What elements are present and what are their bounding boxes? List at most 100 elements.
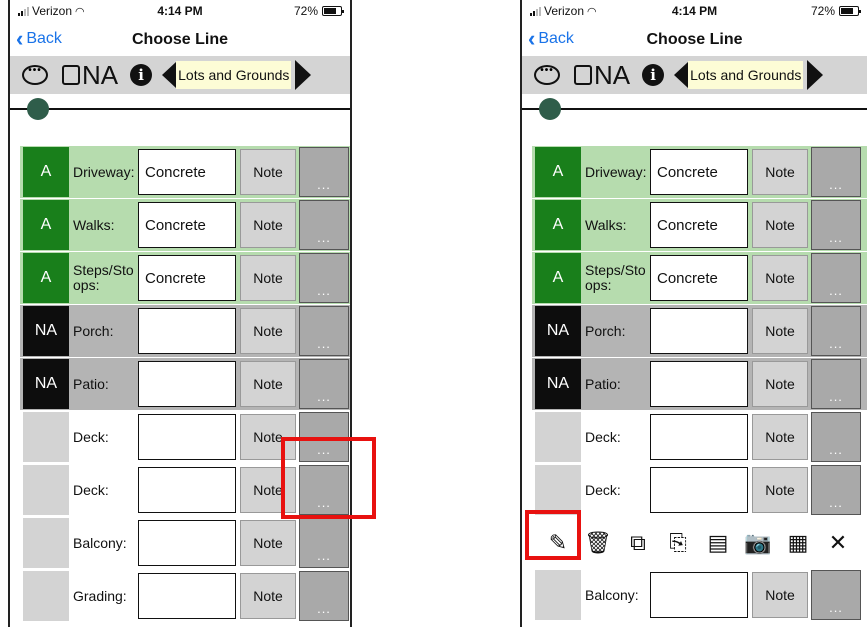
rating-button[interactable]: A — [535, 253, 581, 303]
line-value-field[interactable]: Concrete — [138, 149, 236, 195]
line-value-field[interactable] — [650, 308, 748, 354]
info-icon[interactable]: i — [642, 64, 665, 86]
more-options-button[interactable]: ... — [299, 200, 349, 250]
line-value-field[interactable]: Concrete — [138, 255, 236, 301]
more-options-button[interactable]: ... — [299, 359, 349, 409]
line-value-field[interactable]: Concrete — [650, 149, 748, 195]
rating-button[interactable]: NA — [23, 306, 69, 356]
line-value-field[interactable]: Concrete — [138, 202, 236, 248]
battery-icon — [839, 6, 861, 16]
more-options-button[interactable]: ... — [811, 253, 861, 303]
more-label: ... — [829, 177, 843, 192]
next-section-icon[interactable] — [807, 60, 824, 90]
line-label: Deck: — [73, 428, 109, 445]
rating-button[interactable] — [535, 465, 581, 515]
more-options-button[interactable]: ... — [811, 570, 861, 620]
more-options-button[interactable]: ... — [299, 306, 349, 356]
rating-button[interactable] — [23, 412, 69, 462]
rating-button[interactable]: NA — [535, 306, 581, 356]
note-button[interactable]: Note — [240, 308, 296, 354]
highlight-box-edit-icon — [525, 510, 581, 560]
line-value-field[interactable] — [650, 572, 748, 618]
note-button[interactable]: Note — [752, 255, 808, 301]
line-value-field[interactable] — [138, 308, 236, 354]
line-row: A Driveway: Concrete Note... — [532, 146, 867, 199]
line-value-field[interactable] — [138, 520, 236, 566]
note-button[interactable]: Note — [240, 149, 296, 195]
more-options-button[interactable]: ... — [811, 200, 861, 250]
info-icon[interactable]: i — [130, 64, 153, 86]
note-button[interactable]: Note — [752, 414, 808, 460]
comment-icon[interactable] — [22, 65, 48, 85]
prev-section-icon[interactable] — [162, 62, 177, 88]
rating-button[interactable]: A — [23, 253, 69, 303]
rating-button[interactable] — [23, 518, 69, 568]
note-button[interactable]: Note — [752, 202, 808, 248]
line-value-field[interactable] — [138, 361, 236, 407]
rating-button[interactable]: A — [535, 147, 581, 197]
line-label: Porch: — [73, 322, 114, 339]
more-options-button[interactable]: ... — [811, 306, 861, 356]
line-value-field[interactable] — [138, 467, 236, 513]
line-value-field[interactable] — [650, 414, 748, 460]
trash-icon[interactable]: 🗑 — [578, 530, 618, 556]
next-section-icon[interactable] — [295, 60, 312, 90]
line-value-field[interactable]: Concrete — [650, 202, 748, 248]
font-size-slider[interactable] — [10, 94, 350, 120]
status-bar: Verizon ◠ 4:14 PM 72% — [522, 0, 867, 22]
more-options-button[interactable]: ... — [811, 465, 861, 515]
line-value-field[interactable]: Concrete — [650, 255, 748, 301]
rating-button[interactable]: NA — [535, 359, 581, 409]
note-button[interactable]: Note — [752, 467, 808, 513]
status-battery: 72% — [294, 4, 344, 18]
camera-icon[interactable]: 📷 — [738, 530, 778, 556]
template-icon[interactable]: ▤ — [698, 530, 738, 556]
note-button[interactable]: Note — [752, 572, 808, 618]
rating-button[interactable] — [23, 465, 69, 515]
more-options-button[interactable]: ... — [299, 253, 349, 303]
line-value-field[interactable] — [650, 467, 748, 513]
more-options-button[interactable]: ... — [811, 147, 861, 197]
line-value-field[interactable] — [138, 573, 236, 619]
paste-icon[interactable]: ⎘ — [658, 530, 698, 556]
rating-button[interactable]: NA — [23, 359, 69, 409]
na-checkbox[interactable] — [574, 65, 592, 85]
close-icon[interactable]: ✕ — [818, 530, 858, 556]
video-icon[interactable]: ▦ — [778, 530, 818, 556]
more-label: ... — [317, 548, 331, 563]
rating-button[interactable] — [535, 412, 581, 462]
comment-icon[interactable] — [534, 65, 560, 85]
more-options-button[interactable]: ... — [299, 571, 349, 621]
more-options-button[interactable]: ... — [811, 412, 861, 462]
line-value-field[interactable] — [138, 414, 236, 460]
copy-icon[interactable]: ⧉ — [618, 530, 658, 556]
prev-section-icon[interactable] — [674, 62, 689, 88]
more-options-button[interactable]: ... — [299, 147, 349, 197]
na-label: NA — [594, 59, 631, 90]
note-button[interactable]: Note — [752, 361, 808, 407]
rating-button[interactable]: A — [535, 200, 581, 250]
line-value-field[interactable] — [650, 361, 748, 407]
rating-button[interactable]: A — [23, 200, 69, 250]
note-button[interactable]: Note — [240, 255, 296, 301]
page-title: Choose Line — [646, 31, 743, 48]
more-options-button[interactable]: ... — [811, 359, 861, 409]
more-options-button[interactable]: ... — [299, 518, 349, 568]
note-button[interactable]: Note — [752, 308, 808, 354]
line-list: A Driveway: Concrete Note... A Walks: Concrete… — [20, 146, 350, 623]
note-button[interactable]: Note — [240, 361, 296, 407]
more-label: ... — [317, 283, 331, 298]
status-battery: 72% — [811, 4, 861, 18]
note-button[interactable]: Note — [240, 573, 296, 619]
line-label: Patio: — [585, 375, 621, 392]
rating-button[interactable] — [23, 571, 69, 621]
slider-thumb[interactable] — [539, 98, 561, 120]
note-button[interactable]: Note — [240, 520, 296, 566]
note-button[interactable]: Note — [240, 202, 296, 248]
note-button[interactable]: Note — [752, 149, 808, 195]
rating-button[interactable] — [535, 570, 581, 620]
rating-button[interactable]: A — [23, 147, 69, 197]
slider-thumb[interactable] — [27, 98, 49, 120]
na-checkbox[interactable] — [62, 65, 80, 85]
font-size-slider[interactable] — [522, 94, 867, 120]
